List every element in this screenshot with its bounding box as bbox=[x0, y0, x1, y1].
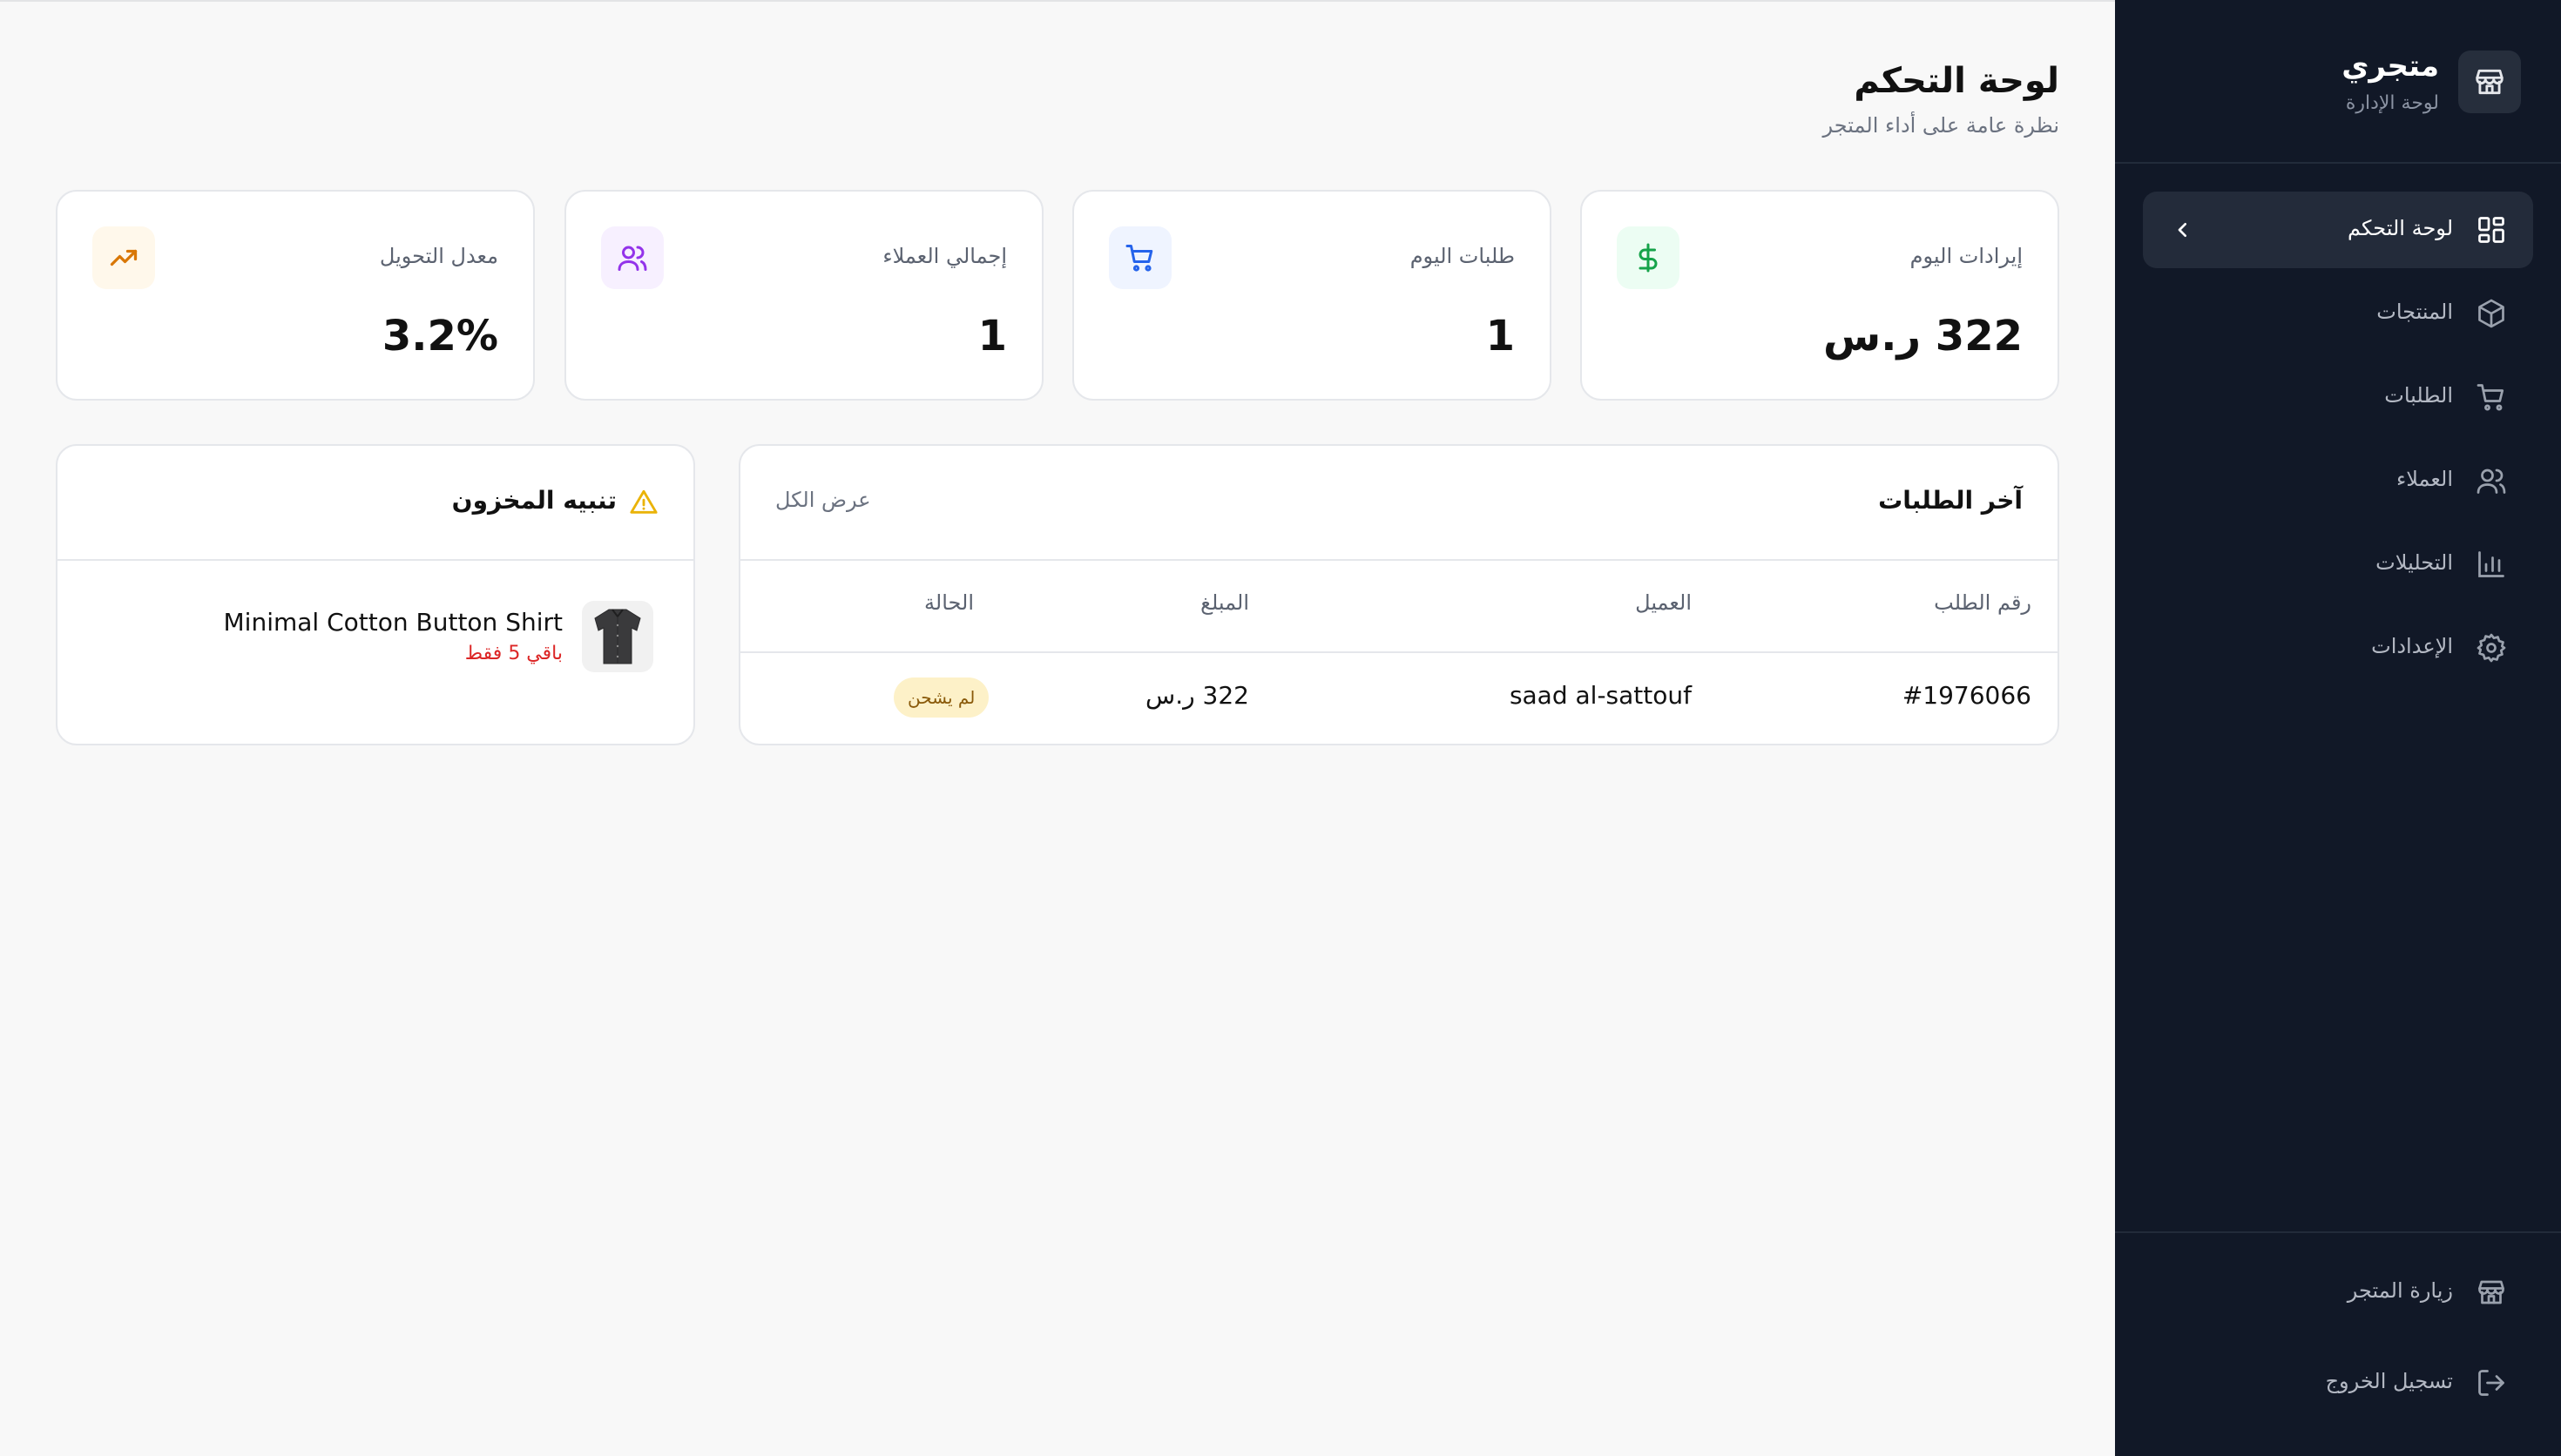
users-icon bbox=[601, 226, 664, 289]
sidebar-item-label: المنتجات bbox=[2376, 300, 2453, 324]
amount-cell: 322 ر.س bbox=[1145, 681, 1249, 710]
stock-alert-title: تنبيه المخزون bbox=[451, 486, 617, 515]
store-icon bbox=[2478, 1280, 2504, 1304]
cart-icon bbox=[2477, 384, 2504, 411]
product-name: Minimal Cotton Button Shirt bbox=[223, 608, 563, 637]
divider bbox=[740, 651, 2058, 653]
sidebar-item-label: لوحة التحكم bbox=[2348, 216, 2453, 240]
stat-value: 1 bbox=[1485, 312, 1515, 361]
page-title: لوحة التحكم bbox=[1854, 61, 2059, 101]
stat-value: 3.2% bbox=[382, 312, 498, 361]
brand: متجري لوحة الإدارة bbox=[2155, 49, 2521, 118]
recent-orders-card: آخر الطلبات عرض الكل رقم الطلب العميل ال… bbox=[739, 444, 2059, 745]
package-icon bbox=[2478, 299, 2504, 328]
stat-card-customers: إجمالي العملاء 1 bbox=[564, 190, 1044, 401]
sidebar: متجري لوحة الإدارة لوحة التحكم المنتجات … bbox=[2115, 0, 2561, 1456]
dollar-icon bbox=[1617, 226, 1679, 289]
visit-store-label: زيارة المتجر bbox=[2347, 1278, 2453, 1303]
sidebar-bottom-nav: زيارة المتجر تسجيل الخروج bbox=[2143, 1254, 2533, 1435]
top-border bbox=[0, 0, 2115, 2]
warning-icon bbox=[630, 489, 658, 514]
dashboard-grid-icon bbox=[2478, 217, 2504, 243]
gear-icon bbox=[2477, 633, 2506, 663]
bar-chart-icon bbox=[2478, 551, 2504, 577]
sidebar-item-customers[interactable]: العملاء bbox=[2143, 442, 2533, 519]
stat-card-revenue: إيرادات اليوم 322 ر.س bbox=[1580, 190, 2059, 401]
logout-button[interactable]: تسجيل الخروج bbox=[2143, 1345, 2533, 1428]
stat-label: إيرادات اليوم bbox=[1909, 244, 2023, 268]
sidebar-item-settings[interactable]: الإعدادات bbox=[2143, 610, 2533, 686]
order-id-cell: #1976066 bbox=[1902, 681, 2031, 710]
store-icon bbox=[2458, 51, 2521, 113]
recent-orders-title: آخر الطلبات bbox=[1878, 486, 2023, 515]
column-header-order-id: رقم الطلب bbox=[1934, 590, 2031, 615]
shirt-icon bbox=[594, 609, 641, 664]
divider bbox=[57, 559, 693, 561]
sidebar-nav: لوحة التحكم المنتجات الطلبات العملاء الت… bbox=[2143, 192, 2533, 693]
view-all-link[interactable]: عرض الكل bbox=[775, 488, 871, 512]
stat-label: معدل التحويل bbox=[379, 244, 498, 268]
logout-label: تسجيل الخروج bbox=[2325, 1369, 2453, 1393]
trending-up-icon bbox=[92, 226, 155, 289]
cart-icon bbox=[1109, 226, 1172, 289]
page-subtitle: نظرة عامة على أداء المتجر bbox=[1822, 113, 2059, 138]
users-icon bbox=[2477, 468, 2506, 494]
stat-label: إجمالي العملاء bbox=[882, 244, 1007, 268]
stat-card-orders: طلبات اليوم 1 bbox=[1072, 190, 1551, 401]
sidebar-item-label: العملاء bbox=[2395, 467, 2453, 491]
sidebar-item-label: الطلبات bbox=[2384, 383, 2453, 408]
sidebar-divider bbox=[2115, 162, 2561, 164]
product-thumbnail bbox=[582, 601, 653, 672]
column-header-customer: العميل bbox=[1635, 590, 1692, 615]
stat-value: 1 bbox=[977, 312, 1007, 361]
divider bbox=[740, 559, 2058, 561]
status-badge: لم يشحن bbox=[894, 677, 990, 718]
stat-label: طلبات اليوم bbox=[1409, 244, 1515, 268]
logout-icon bbox=[2478, 1370, 2504, 1396]
stat-value: 322 ر.س bbox=[1822, 312, 2023, 361]
sidebar-item-orders[interactable]: الطلبات bbox=[2143, 359, 2533, 435]
customer-cell: saad al-sattouf bbox=[1509, 681, 1692, 710]
sidebar-item-analytics[interactable]: التحليلات bbox=[2143, 526, 2533, 603]
visit-store-link[interactable]: زيارة المتجر bbox=[2143, 1254, 2533, 1338]
sidebar-item-label: التحليلات bbox=[2375, 550, 2453, 575]
sidebar-item-products[interactable]: المنتجات bbox=[2143, 275, 2533, 352]
brand-subtitle: لوحة الإدارة bbox=[2345, 92, 2439, 114]
stock-warning-text: باقي 5 فقط bbox=[464, 643, 563, 664]
chevron-left-icon bbox=[2178, 222, 2186, 237]
brand-title: متجري bbox=[2341, 49, 2439, 84]
column-header-status: الحالة bbox=[924, 590, 974, 615]
column-header-amount: المبلغ bbox=[1200, 590, 1249, 615]
sidebar-item-label: الإعدادات bbox=[2371, 634, 2453, 658]
sidebar-divider bbox=[2115, 1231, 2561, 1233]
stat-card-conversion: معدل التحويل 3.2% bbox=[56, 190, 535, 401]
sidebar-item-dashboard[interactable]: لوحة التحكم bbox=[2143, 192, 2533, 268]
stock-alert-card: تنبيه المخزون Minimal Cotton Button Shir… bbox=[56, 444, 695, 745]
